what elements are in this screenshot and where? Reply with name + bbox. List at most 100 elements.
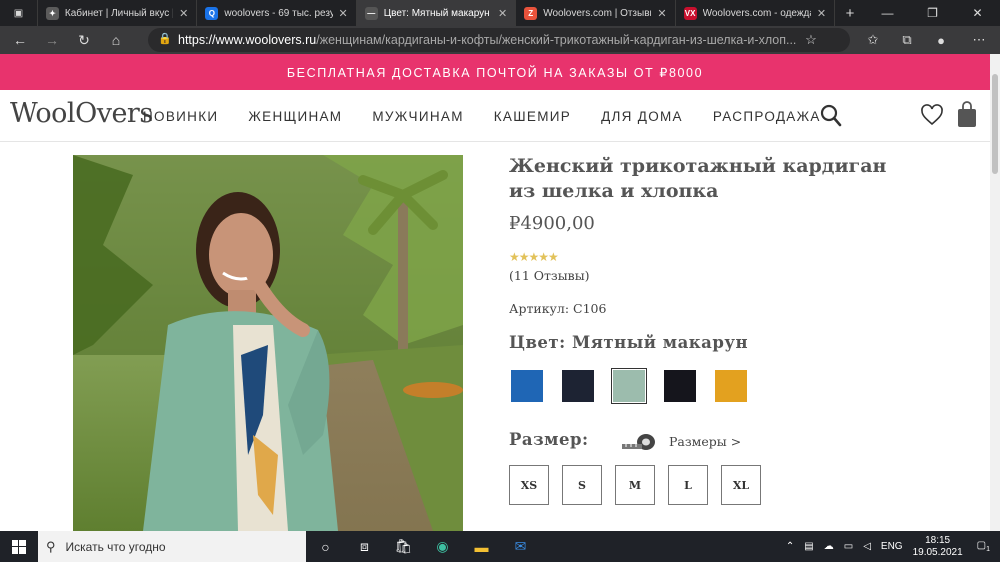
size-s-button[interactable]: S — [562, 465, 602, 505]
tab-4[interactable]: Z Woolovers.com | Отзывы ✕ — [516, 0, 676, 26]
main-menu: НОВИНКИ ЖЕНЩИНАМ МУЖЧИНАМ КАШЕМИР ДЛЯ ДО… — [143, 109, 851, 124]
tab-1[interactable]: ✦ Кабинет | Личный вкус | ✕ — [38, 0, 198, 26]
forward-icon[interactable]: → — [36, 32, 68, 48]
tab-5-favicon: VX — [683, 6, 697, 20]
notification-count: 1 — [986, 546, 990, 553]
menu-item-cashmere[interactable]: КАШЕМИР — [494, 109, 571, 124]
tab-actions-icon[interactable]: ▣ — [0, 0, 38, 26]
lock-icon: 🔒 — [158, 33, 172, 45]
search-icon[interactable] — [820, 104, 842, 128]
tab-5[interactable]: VX Woolovers.com - одежда ✕ — [676, 0, 836, 26]
close-icon[interactable]: ✕ — [179, 7, 188, 20]
swatch-navy[interactable] — [560, 368, 596, 404]
tab-3-favicon: — — [364, 6, 378, 20]
url-path: /женщинам/кардиганы-и-кофты/женский-трик… — [316, 33, 797, 47]
tab-3-active[interactable]: — Цвет: Мятный макарун З ✕ — [356, 0, 517, 26]
size-guide-link[interactable]: Размеры > — [669, 434, 741, 449]
back-icon[interactable]: ← — [4, 32, 36, 48]
minimize-icon[interactable]: — — [865, 6, 910, 20]
close-icon[interactable]: ✕ — [657, 7, 666, 20]
system-tray: ⌃ ▤ ☁ ▭ ◁ ENG 18:15 19.05.2021 ▢1 — [786, 531, 1000, 562]
volume-icon[interactable]: ◁ — [863, 541, 871, 552]
language-indicator[interactable]: ENG — [881, 541, 903, 552]
menu-item-home[interactable]: ДЛЯ ДОМА — [601, 109, 683, 124]
onedrive-cloud-icon[interactable]: ☁ — [824, 541, 834, 552]
size-xl-button[interactable]: XL — [721, 465, 761, 505]
windows-start-icon[interactable] — [0, 531, 38, 562]
tray-chevron-up-icon[interactable]: ⌃ — [786, 541, 794, 552]
menu-item-sale[interactable]: РАСПРОДАЖА — [713, 109, 821, 124]
tape-measure-icon — [622, 434, 655, 450]
notifications-icon[interactable]: ▢1 — [977, 540, 990, 553]
new-tab-button[interactable]: + — [835, 0, 865, 26]
home-icon[interactable]: ⌂ — [100, 32, 132, 48]
cortana-icon[interactable]: ○ — [306, 539, 345, 555]
search-icon: ⚲ — [46, 538, 56, 554]
size-xs-button[interactable]: XS — [509, 465, 549, 505]
product-photo[interactable] — [73, 155, 463, 531]
wishlist-heart-icon[interactable] — [920, 103, 944, 127]
clock-time: 18:15 — [925, 534, 951, 546]
swatch-mint-selected[interactable] — [611, 368, 647, 404]
taskbar: ⚲ Искать что угодно ○ ⧈ 🛍 ◉ ▬ ✉ ⌃ ▤ ☁ ▭ ◁… — [0, 531, 1000, 562]
site-header: WoolOvers НОВИНКИ ЖЕНЩИНАМ МУЖЧИНАМ КАШЕ… — [0, 90, 990, 142]
refresh-icon[interactable]: ↻ — [68, 32, 100, 49]
maximize-icon[interactable]: ❐ — [910, 6, 955, 20]
more-icon[interactable]: ⋯ — [962, 32, 996, 48]
tab-1-favicon: ✦ — [45, 6, 59, 20]
scrollbar-thumb[interactable] — [992, 74, 998, 174]
tab-2-title: woolovers - 69 тыс. резул — [224, 7, 333, 19]
taskbar-search-input[interactable]: ⚲ Искать что угодно — [38, 531, 306, 562]
network-icon[interactable]: ▭ — [844, 541, 853, 552]
tab-4-favicon: Z — [524, 6, 538, 20]
tray-app-icon[interactable]: ▤ — [804, 541, 813, 552]
tab-4-title: Woolovers.com | Отзывы — [543, 7, 652, 19]
favorite-star-icon[interactable]: ☆ — [794, 32, 828, 48]
swatch-mustard[interactable] — [713, 368, 749, 404]
taskbar-apps: ○ ⧈ 🛍 ◉ ▬ ✉ — [306, 538, 540, 555]
close-window-icon[interactable]: ✕ — [955, 6, 1000, 20]
collections-icon[interactable]: ⧉ — [890, 32, 924, 48]
address-bar-row: ← → ↻ ⌂ 🔒 https://www.woolovers.ru/женщи… — [0, 26, 1000, 54]
size-l-button[interactable]: L — [668, 465, 708, 505]
page-scrollbar[interactable] — [990, 54, 1000, 531]
tab-2[interactable]: Qwoolovers - 69 тыс. резул ✕ — [197, 0, 357, 26]
site-logo[interactable]: WoolOvers — [10, 98, 153, 129]
mail-icon[interactable]: ✉ — [501, 538, 540, 555]
color-swatches — [509, 368, 764, 404]
swatch-blue[interactable] — [509, 368, 545, 404]
profile-avatar-icon[interactable]: ● — [924, 33, 958, 48]
model-photo-image — [73, 155, 463, 531]
menu-item-new[interactable]: НОВИНКИ — [143, 109, 218, 124]
size-m-button[interactable]: M — [615, 465, 655, 505]
close-icon[interactable]: ✕ — [339, 7, 348, 20]
shopping-bag-icon[interactable] — [956, 100, 978, 128]
url-input[interactable]: 🔒 https://www.woolovers.ru/женщинам/кард… — [148, 28, 850, 52]
product-price: ₽4900,00 — [509, 213, 595, 234]
edge-browser-icon[interactable]: ◉ — [423, 538, 462, 555]
tab-5-title: Woolovers.com - одежда — [702, 7, 811, 19]
size-label: Размер: — [509, 430, 589, 449]
close-icon[interactable]: ✕ — [498, 7, 507, 20]
favorites-icon[interactable]: ✩ — [856, 32, 890, 48]
promo-banner[interactable]: БЕСПЛАТНАЯ ДОСТАВКА ПОЧТОЙ НА ЗАКАЗЫ ОТ … — [0, 54, 990, 90]
store-icon[interactable]: 🛍 — [384, 538, 423, 555]
product-title: Женский трикотажный кардиган из шелка и … — [509, 154, 929, 204]
tab-2-favicon: Q — [205, 6, 219, 20]
rating-stars-icon[interactable]: ★★★★★ — [509, 250, 559, 264]
task-view-icon[interactable]: ⧈ — [345, 538, 384, 555]
file-explorer-icon[interactable]: ▬ — [462, 539, 501, 555]
product-title-line-1: Женский трикотажный кардиган — [509, 155, 887, 177]
menu-item-women[interactable]: ЖЕНЩИНАМ — [248, 109, 342, 124]
reviews-link[interactable]: (11 Отзывы) — [509, 268, 590, 283]
product-sku: Артикул: C106 — [509, 301, 607, 316]
windows-logo-icon — [12, 539, 26, 554]
swatch-black[interactable] — [662, 368, 698, 404]
clock-date: 19.05.2021 — [912, 546, 963, 558]
size-options: XS S M L XL — [509, 465, 774, 505]
product-title-line-2: из шелка и хлопка — [509, 180, 719, 202]
close-icon[interactable]: ✕ — [817, 7, 826, 20]
clock[interactable]: 18:15 19.05.2021 — [913, 535, 963, 559]
tab-strip: ▣ ✦ Кабинет | Личный вкус | ✕ Qwoolovers -… — [0, 0, 1000, 26]
menu-item-men[interactable]: МУЖЧИНАМ — [372, 109, 463, 124]
